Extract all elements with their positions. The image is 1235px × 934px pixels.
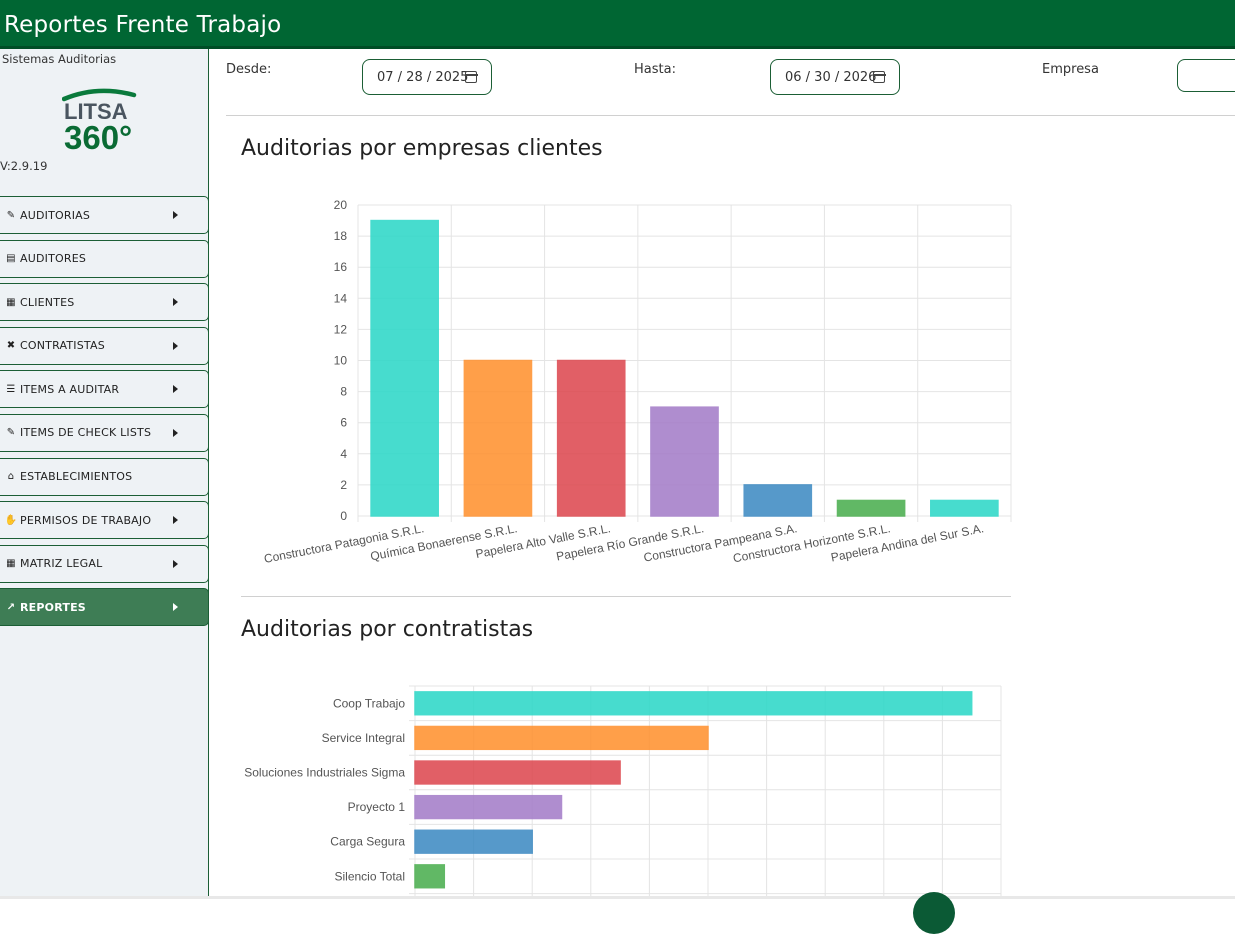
sidebar-item-label: PERMISOS DE TRABAJO (20, 513, 152, 527)
sidebar-item-permisos-de-trabajo[interactable]: ✋ PERMISOS DE TRABAJO (0, 501, 209, 540)
calendar-icon[interactable] (464, 71, 478, 83)
y-tick-label: 2 (340, 478, 347, 492)
hasta-label: Hasta: (634, 62, 676, 77)
chart-clientes: 02468101214161820Constructora Patagonia … (263, 198, 1012, 566)
empresa-label: Empresa (1042, 62, 1099, 77)
sidebar-item-reportes[interactable]: ↗ REPORTES (0, 588, 209, 627)
caret-right-icon (173, 603, 178, 612)
y-tick-label: 8 (340, 385, 347, 399)
y-tick-label: Proyecto 1 (348, 800, 406, 814)
calendar-icon[interactable] (872, 71, 886, 83)
sidebar-item-label: ITEMS A AUDITAR (20, 382, 120, 396)
y-tick-label: 20 (334, 198, 348, 212)
y-tick-label: Soluciones Industriales Sigma (244, 766, 405, 780)
y-tick-label: 0 (340, 509, 347, 523)
caret-right-icon (173, 516, 178, 525)
system-label: Sistemas Auditorias (2, 52, 117, 66)
chart2-title: Auditorias por contratistas (241, 617, 534, 642)
charts-divider (241, 596, 1011, 597)
y-tick-label: Coop Trabajo (333, 696, 405, 710)
sidebar-item-items-a-auditar[interactable]: ☰ ITEMS A AUDITAR (0, 370, 209, 409)
tools-icon: ✖ (6, 340, 16, 352)
bar[interactable] (650, 406, 719, 517)
caret-right-icon (173, 428, 178, 437)
sidebar-item-label: MATRIZ LEGAL (20, 557, 103, 571)
table-icon: ▦ (6, 558, 16, 570)
sidebar-item-label: CONTRATISTAS (20, 339, 105, 353)
edit-icon: ✎ (6, 427, 16, 439)
y-tick-label: Carga Segura (330, 835, 405, 849)
y-tick-label: 16 (334, 260, 348, 274)
sidebar-item-label: AUDITORES (20, 252, 87, 266)
version-label: V:2.9.19 (0, 159, 48, 173)
chart-contratistas: Coop Trabajo Service Integral Soluciones I… (244, 685, 1002, 899)
bar[interactable] (930, 499, 999, 517)
bar[interactable] (463, 359, 533, 517)
bar[interactable] (836, 499, 906, 517)
sidebar-item-establecimientos[interactable]: ⌂ ESTABLECIMIENTOS (0, 457, 209, 496)
caret-right-icon (173, 298, 178, 307)
y-tick-label: 18 (334, 229, 348, 243)
bar[interactable] (414, 829, 533, 854)
desde-label: Desde: (226, 62, 272, 77)
bar[interactable] (414, 725, 709, 751)
bar[interactable] (414, 864, 446, 889)
floating-action-button[interactable] (913, 892, 955, 934)
y-tick-label: Silencio Total (335, 869, 406, 883)
bar[interactable] (370, 219, 439, 517)
y-tick-label: 10 (334, 354, 348, 368)
caret-right-icon (173, 341, 178, 350)
map-icon: ⌂ (7, 471, 15, 483)
y-tick-label: 4 (340, 447, 347, 461)
edit-icon: ✎ (6, 209, 16, 221)
page-title: Reportes Frente Trabajo (4, 12, 282, 38)
sidebar: Sistemas Auditorias LITSA 360° V:2.9.19 … (0, 49, 209, 899)
main-content: Desde: 07 / 28 / 2025 Hasta: 06 / 30 / 2… (210, 49, 1235, 899)
sidebar-menu: ✎ AUDITORIAS ▤ AUDITORES ▦ CLIENTES ✖ CONTRATIS… (0, 196, 209, 632)
sidebar-item-clientes[interactable]: ▦ CLIENTES (0, 283, 209, 322)
y-tick-label: 6 (340, 416, 347, 430)
sidebar-item-label: CLIENTES (20, 295, 75, 309)
y-tick-label: 14 (334, 291, 348, 305)
sidebar-item-matriz-legal[interactable]: ▦ MATRIZ LEGAL (0, 544, 209, 583)
top-bar: Reportes Frente Trabajo (0, 0, 1235, 49)
list-check-icon: ☰ (6, 383, 16, 395)
bar[interactable] (743, 484, 813, 517)
sidebar-item-contratistas[interactable]: ✖ CONTRATISTAS (0, 326, 209, 365)
bar[interactable] (414, 794, 563, 820)
sidebar-item-auditores[interactable]: ▤ AUDITORES (0, 239, 209, 278)
y-tick-label: Service Integral (322, 731, 405, 745)
desde-date-value: 07 / 28 / 2025 (377, 69, 469, 85)
filters-divider (226, 115, 1235, 116)
desde-date-input[interactable]: 07 / 28 / 2025 (362, 59, 492, 95)
sidebar-item-label: AUDITORIAS (20, 208, 91, 222)
caret-right-icon (173, 559, 178, 568)
chart1-title: Auditorias por empresas clientes (241, 136, 603, 161)
sidebar-item-items-de-check-lists[interactable]: ✎ ITEMS DE CHECK LISTS (0, 413, 209, 452)
caret-right-icon (173, 385, 178, 394)
litsa-360-logo: LITSA 360° (62, 88, 137, 153)
logo-text-360: 360° (64, 119, 132, 153)
bar[interactable] (414, 760, 621, 785)
sidebar-item-label: REPORTES (20, 600, 86, 614)
caret-right-icon (173, 211, 178, 219)
y-tick-label: 12 (334, 322, 348, 336)
hasta-date-input[interactable]: 06 / 30 / 2026 (770, 59, 900, 95)
bar[interactable] (556, 359, 626, 517)
empresa-select[interactable] (1177, 59, 1235, 92)
hand-icon: ✋ (4, 514, 18, 526)
sidebar-item-label: ESTABLECIMIENTOS (20, 470, 133, 484)
sidebar-item-label: ITEMS DE CHECK LISTS (20, 426, 152, 440)
id-card-icon: ▤ (6, 253, 16, 265)
building-icon: ▦ (6, 296, 16, 308)
sidebar-item-auditorias[interactable]: ✎ AUDITORIAS (0, 196, 209, 234)
chart-line-icon: ↗ (6, 601, 16, 613)
hasta-date-value: 06 / 30 / 2026 (785, 69, 877, 85)
bar[interactable] (414, 691, 973, 716)
